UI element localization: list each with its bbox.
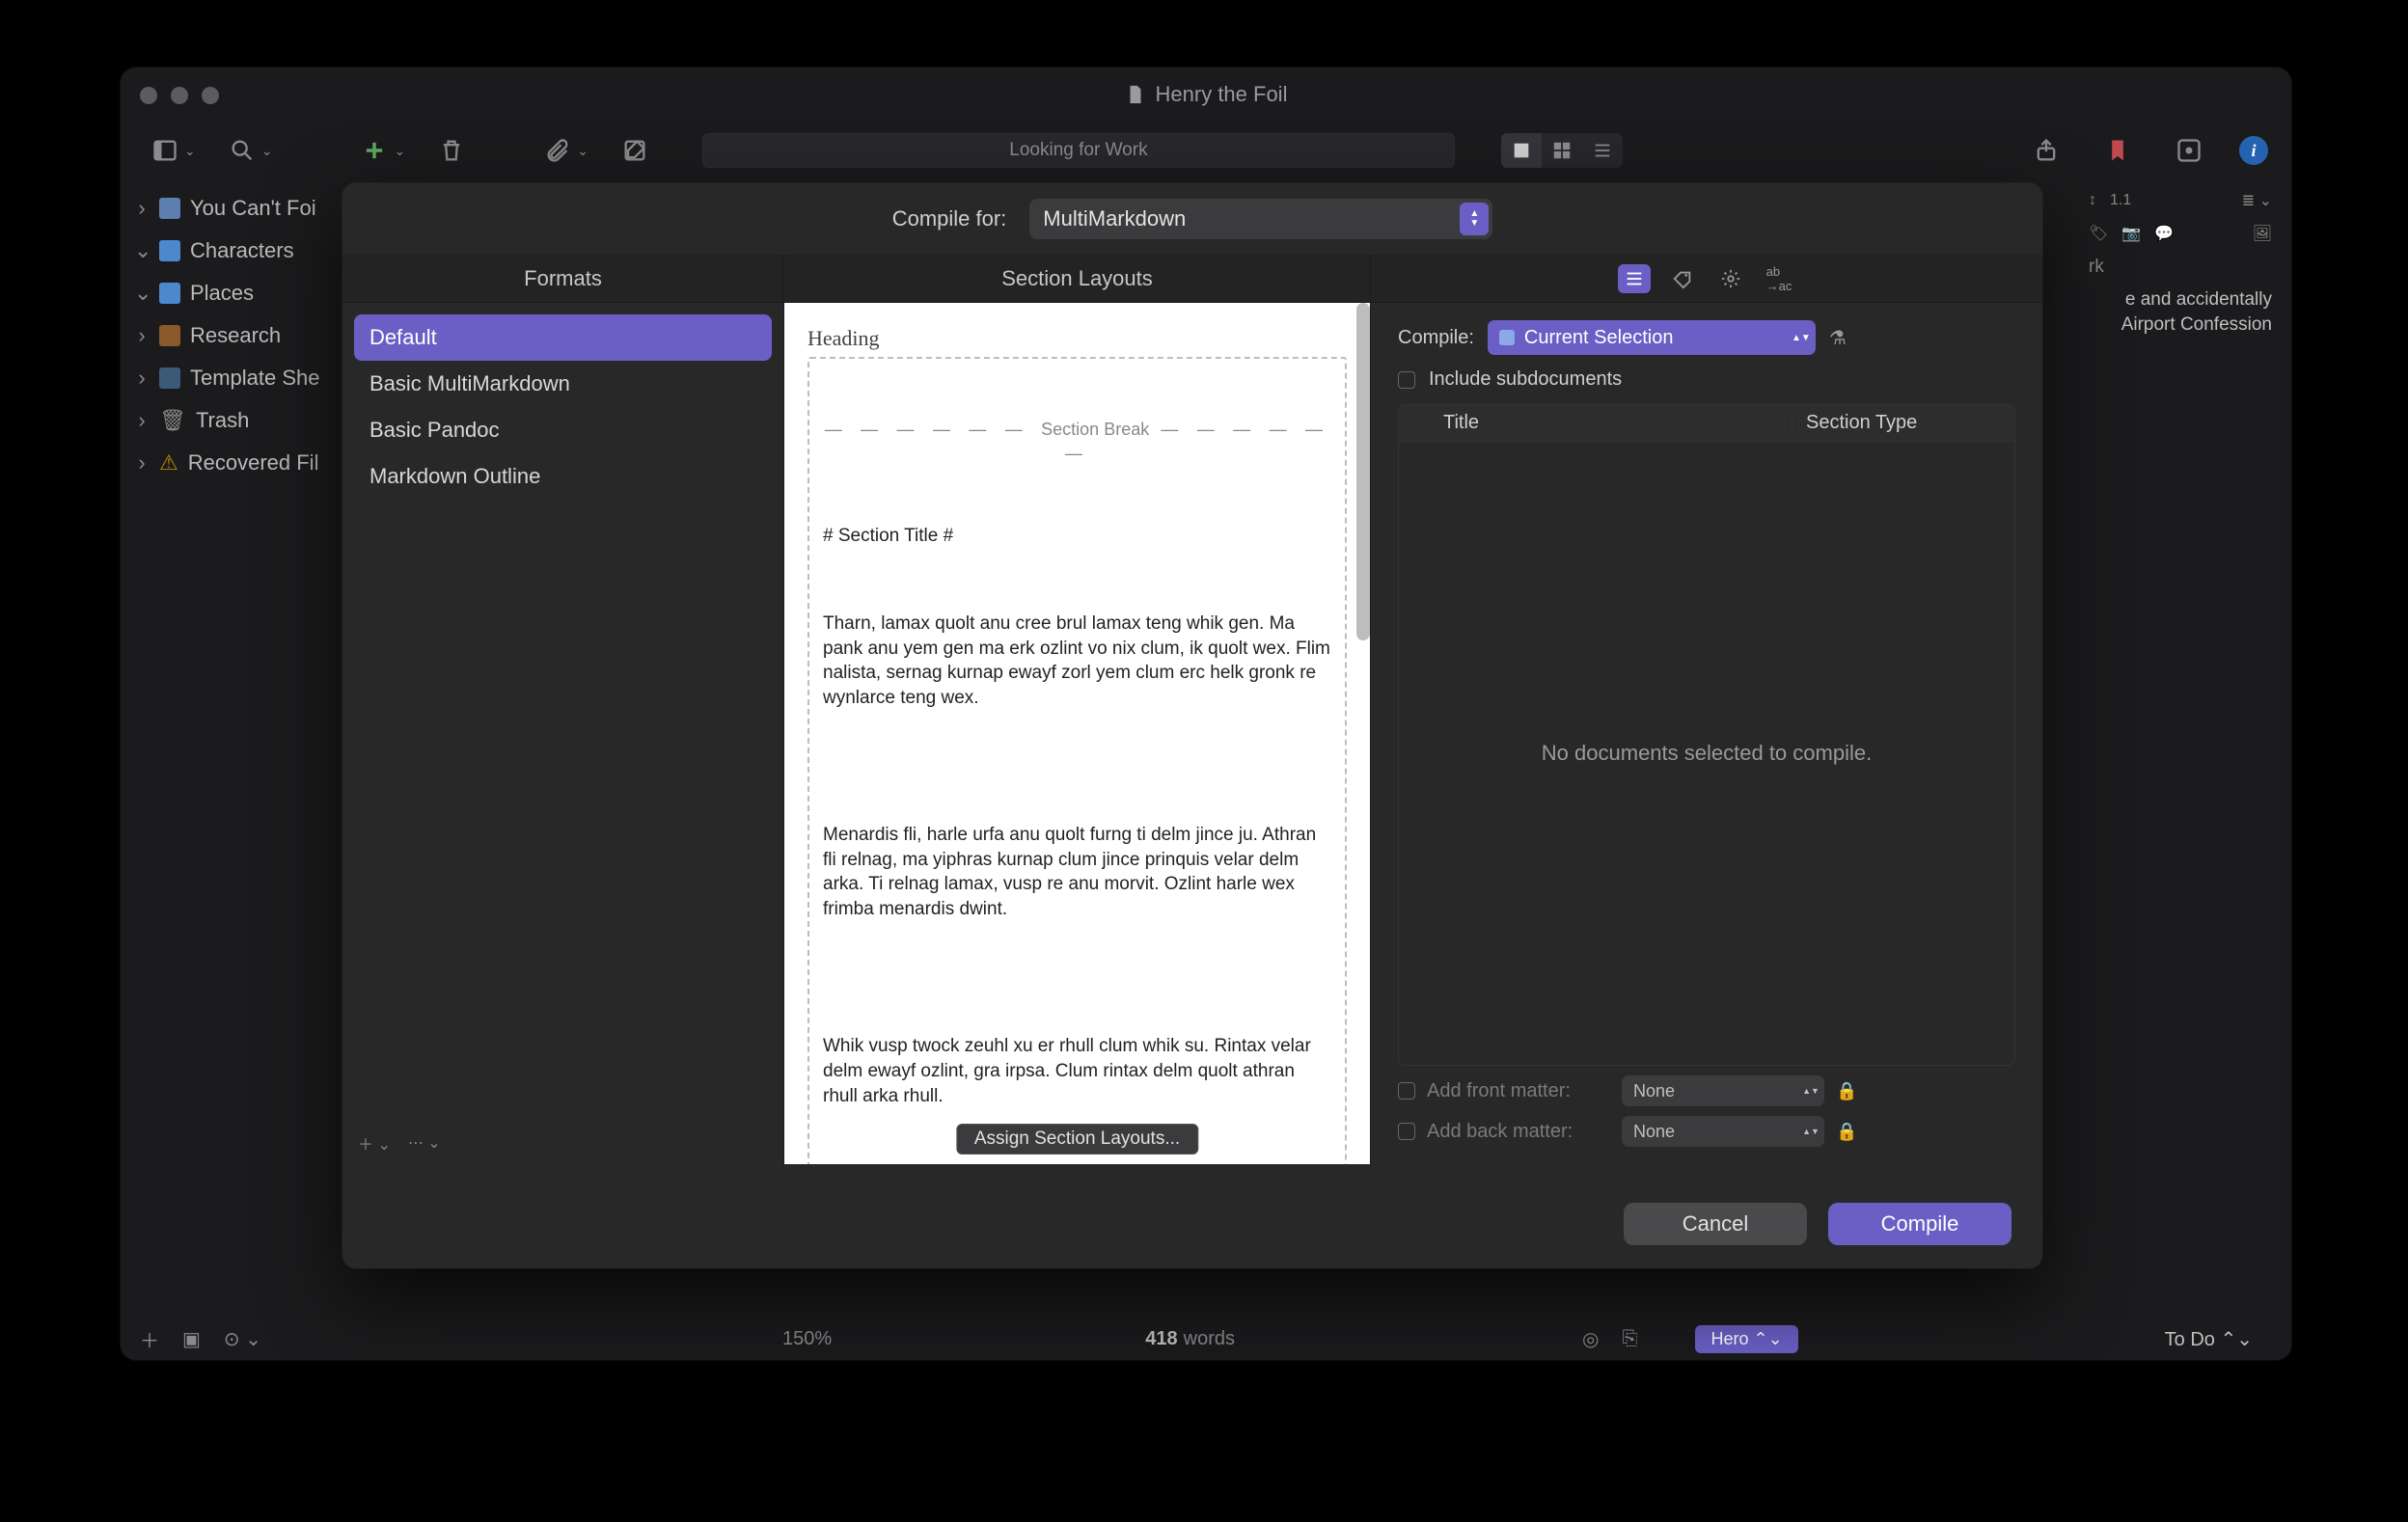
table-header-title[interactable]: Title (1430, 412, 1792, 434)
stepper-icon: ▲▼ (1460, 203, 1489, 235)
picture-icon[interactable]: 🖼 (2253, 224, 2272, 243)
document-title-field[interactable]: Looking for Work (702, 133, 1455, 168)
template-icon (159, 367, 180, 389)
tag-icon[interactable]: 🏷 (2089, 224, 2108, 243)
word-count-label: words (1184, 1328, 1235, 1350)
cancel-button[interactable]: Cancel (1624, 1203, 1807, 1245)
back-matter-select[interactable]: None▲▼ (1622, 1116, 1824, 1147)
quicklook-button[interactable] (2168, 133, 2210, 168)
preview-section: — — — — — — Section Break — — — — — — # … (807, 357, 1347, 1164)
compose-button[interactable] (614, 133, 656, 168)
folder-icon (159, 283, 180, 304)
label-pill[interactable]: Hero ⌃⌄ (1695, 1325, 1797, 1353)
front-matter-label: Add front matter: (1427, 1080, 1610, 1102)
window-zoom-icon[interactable] (202, 87, 219, 104)
replacements-tab-icon[interactable]: ab→ac (1763, 264, 1795, 293)
layout-preview: Heading — — — — — — Section Break — — — … (784, 303, 1370, 1164)
zoom-level[interactable]: 150% (782, 1328, 832, 1350)
doc-icon (159, 198, 180, 219)
word-count-value: 418 (1145, 1328, 1177, 1350)
trash-icon: 🗑 (159, 408, 186, 433)
search-button[interactable]: ⌄ (221, 133, 281, 168)
lock-icon: 🔒 (1836, 1081, 1857, 1101)
compile-for-label: Compile for: (892, 206, 1007, 231)
window-minimize-icon[interactable] (171, 87, 188, 104)
synopsis-text: e and accidentally Airport Confession (2089, 287, 2272, 337)
attach-button[interactable]: ⌄ (536, 133, 596, 168)
camera-icon[interactable]: 📷 (2121, 224, 2141, 243)
formats-list: Default Basic MultiMarkdown Basic Pandoc… (342, 303, 783, 1122)
compile-button[interactable]: Compile (1828, 1203, 2011, 1245)
preview-para: Whik vusp twock zeuhl xu er rhull clum w… (823, 1034, 1331, 1108)
compile-for-select[interactable]: MultiMarkdown ▲▼ (1029, 199, 1492, 239)
scrollbar[interactable] (1356, 303, 1370, 640)
compile-scope-label: Compile: (1398, 327, 1474, 349)
actions-icon[interactable]: ⊙ ⌄ (224, 1327, 261, 1351)
window-title: Henry the Foil (1156, 82, 1288, 107)
info-button[interactable]: i (2239, 136, 2268, 165)
line-spacing-icon: ↕ (2089, 192, 2096, 209)
section-layouts-header: Section Layouts (784, 255, 1370, 303)
front-matter-checkbox[interactable] (1398, 1082, 1415, 1100)
stepper-icon: ▲▼ (1791, 324, 1812, 351)
back-matter-label: Add back matter: (1427, 1121, 1610, 1143)
share-button[interactable] (2025, 133, 2067, 168)
format-actions-icon[interactable]: ⋯ ⌄ (408, 1133, 441, 1153)
list-icon[interactable]: ≣ ⌄ (2242, 191, 2272, 210)
comment-icon[interactable]: 💬 (2154, 224, 2174, 243)
compile-scope-select[interactable]: Current Selection ▲▼ (1488, 320, 1816, 355)
preview-title-line: # Section Title # (823, 524, 1331, 549)
main-toolbar: ⌄ ⌄ ⌄ ⌄ Looking for Work i (121, 122, 2291, 179)
metadata-tab-icon[interactable] (1666, 264, 1699, 293)
section-break-label: — — — — — — Section Break — — — — — — (823, 418, 1331, 465)
status-pill[interactable]: To Do ⌃⌄ (2165, 1327, 2253, 1351)
options-tab-icon[interactable] (1714, 264, 1747, 293)
preview-heading-label: Heading (807, 326, 1347, 351)
compile-dialog: Compile for: MultiMarkdown ▲▼ Formats De… (342, 183, 2042, 1268)
window-titlebar: Henry the Foil (121, 68, 2291, 122)
research-icon (159, 325, 180, 346)
table-empty-message: No documents selected to compile. (1399, 442, 2014, 1065)
line-spacing-value[interactable]: 1.1 (2110, 192, 2131, 209)
warning-icon: ⚠ (159, 450, 178, 476)
target-icon[interactable]: ◎ (1582, 1327, 1599, 1351)
add-doc-icon[interactable]: ＋ (140, 1325, 159, 1353)
status-bar: ＋ ▣ ⊙ ⌄ 150% 418 words ◎ ⎘ Hero ⌃⌄ To Do… (121, 1318, 2291, 1360)
documents-table: Title Section Type No documents selected… (1398, 404, 2015, 1066)
inspector-heading: rk (2089, 257, 2272, 278)
view-mode-button[interactable]: ⌄ (144, 133, 204, 168)
contents-tab-icon[interactable] (1618, 264, 1651, 293)
filter-icon[interactable]: ⚗ (1829, 326, 1847, 350)
table-header-type[interactable]: Section Type (1792, 412, 2014, 434)
add-folder-icon[interactable]: ▣ (182, 1327, 201, 1351)
compile-tabs: ab→ac (1371, 255, 2042, 303)
lock-icon: 🔒 (1836, 1122, 1857, 1142)
preview-para: Tharn, lamax quolt anu cree brul lamax t… (823, 612, 1331, 711)
include-subdocs-checkbox[interactable] (1398, 371, 1415, 389)
document-icon (1125, 84, 1146, 105)
view-segmented-control[interactable] (1501, 133, 1623, 168)
back-matter-checkbox[interactable] (1398, 1123, 1415, 1140)
folder-icon (159, 240, 180, 261)
bookmark-icon[interactable] (2096, 133, 2139, 168)
view-outline-icon[interactable] (1582, 133, 1623, 168)
inspector: ↕ 1.1 ≣ ⌄ 🏷 📷 💬 🖼 rk e and accidentally … (2069, 179, 2291, 348)
preview-para: Menardis fli, harle urfa anu quolt furng… (823, 823, 1331, 922)
front-matter-select[interactable]: None▲▼ (1622, 1075, 1824, 1106)
include-subdocs-label: Include subdocuments (1429, 368, 1622, 391)
format-item[interactable]: Basic Pandoc (354, 407, 772, 453)
add-button[interactable]: ⌄ (353, 133, 413, 168)
format-item[interactable]: Basic MultiMarkdown (354, 361, 772, 407)
format-item-default[interactable]: Default (354, 314, 772, 361)
formats-header: Formats (342, 255, 783, 303)
view-corkboard-icon[interactable] (1542, 133, 1582, 168)
add-format-icon[interactable]: ＋ ⌄ (358, 1131, 391, 1155)
trash-button[interactable] (430, 133, 473, 168)
selection-icon (1499, 330, 1515, 345)
window-close-icon[interactable] (140, 87, 157, 104)
assign-section-layouts-button[interactable]: Assign Section Layouts... (956, 1124, 1198, 1155)
nav-icon[interactable]: ⎘ (1622, 1328, 1637, 1350)
format-item[interactable]: Markdown Outline (354, 453, 772, 500)
view-editor-icon[interactable] (1501, 133, 1542, 168)
